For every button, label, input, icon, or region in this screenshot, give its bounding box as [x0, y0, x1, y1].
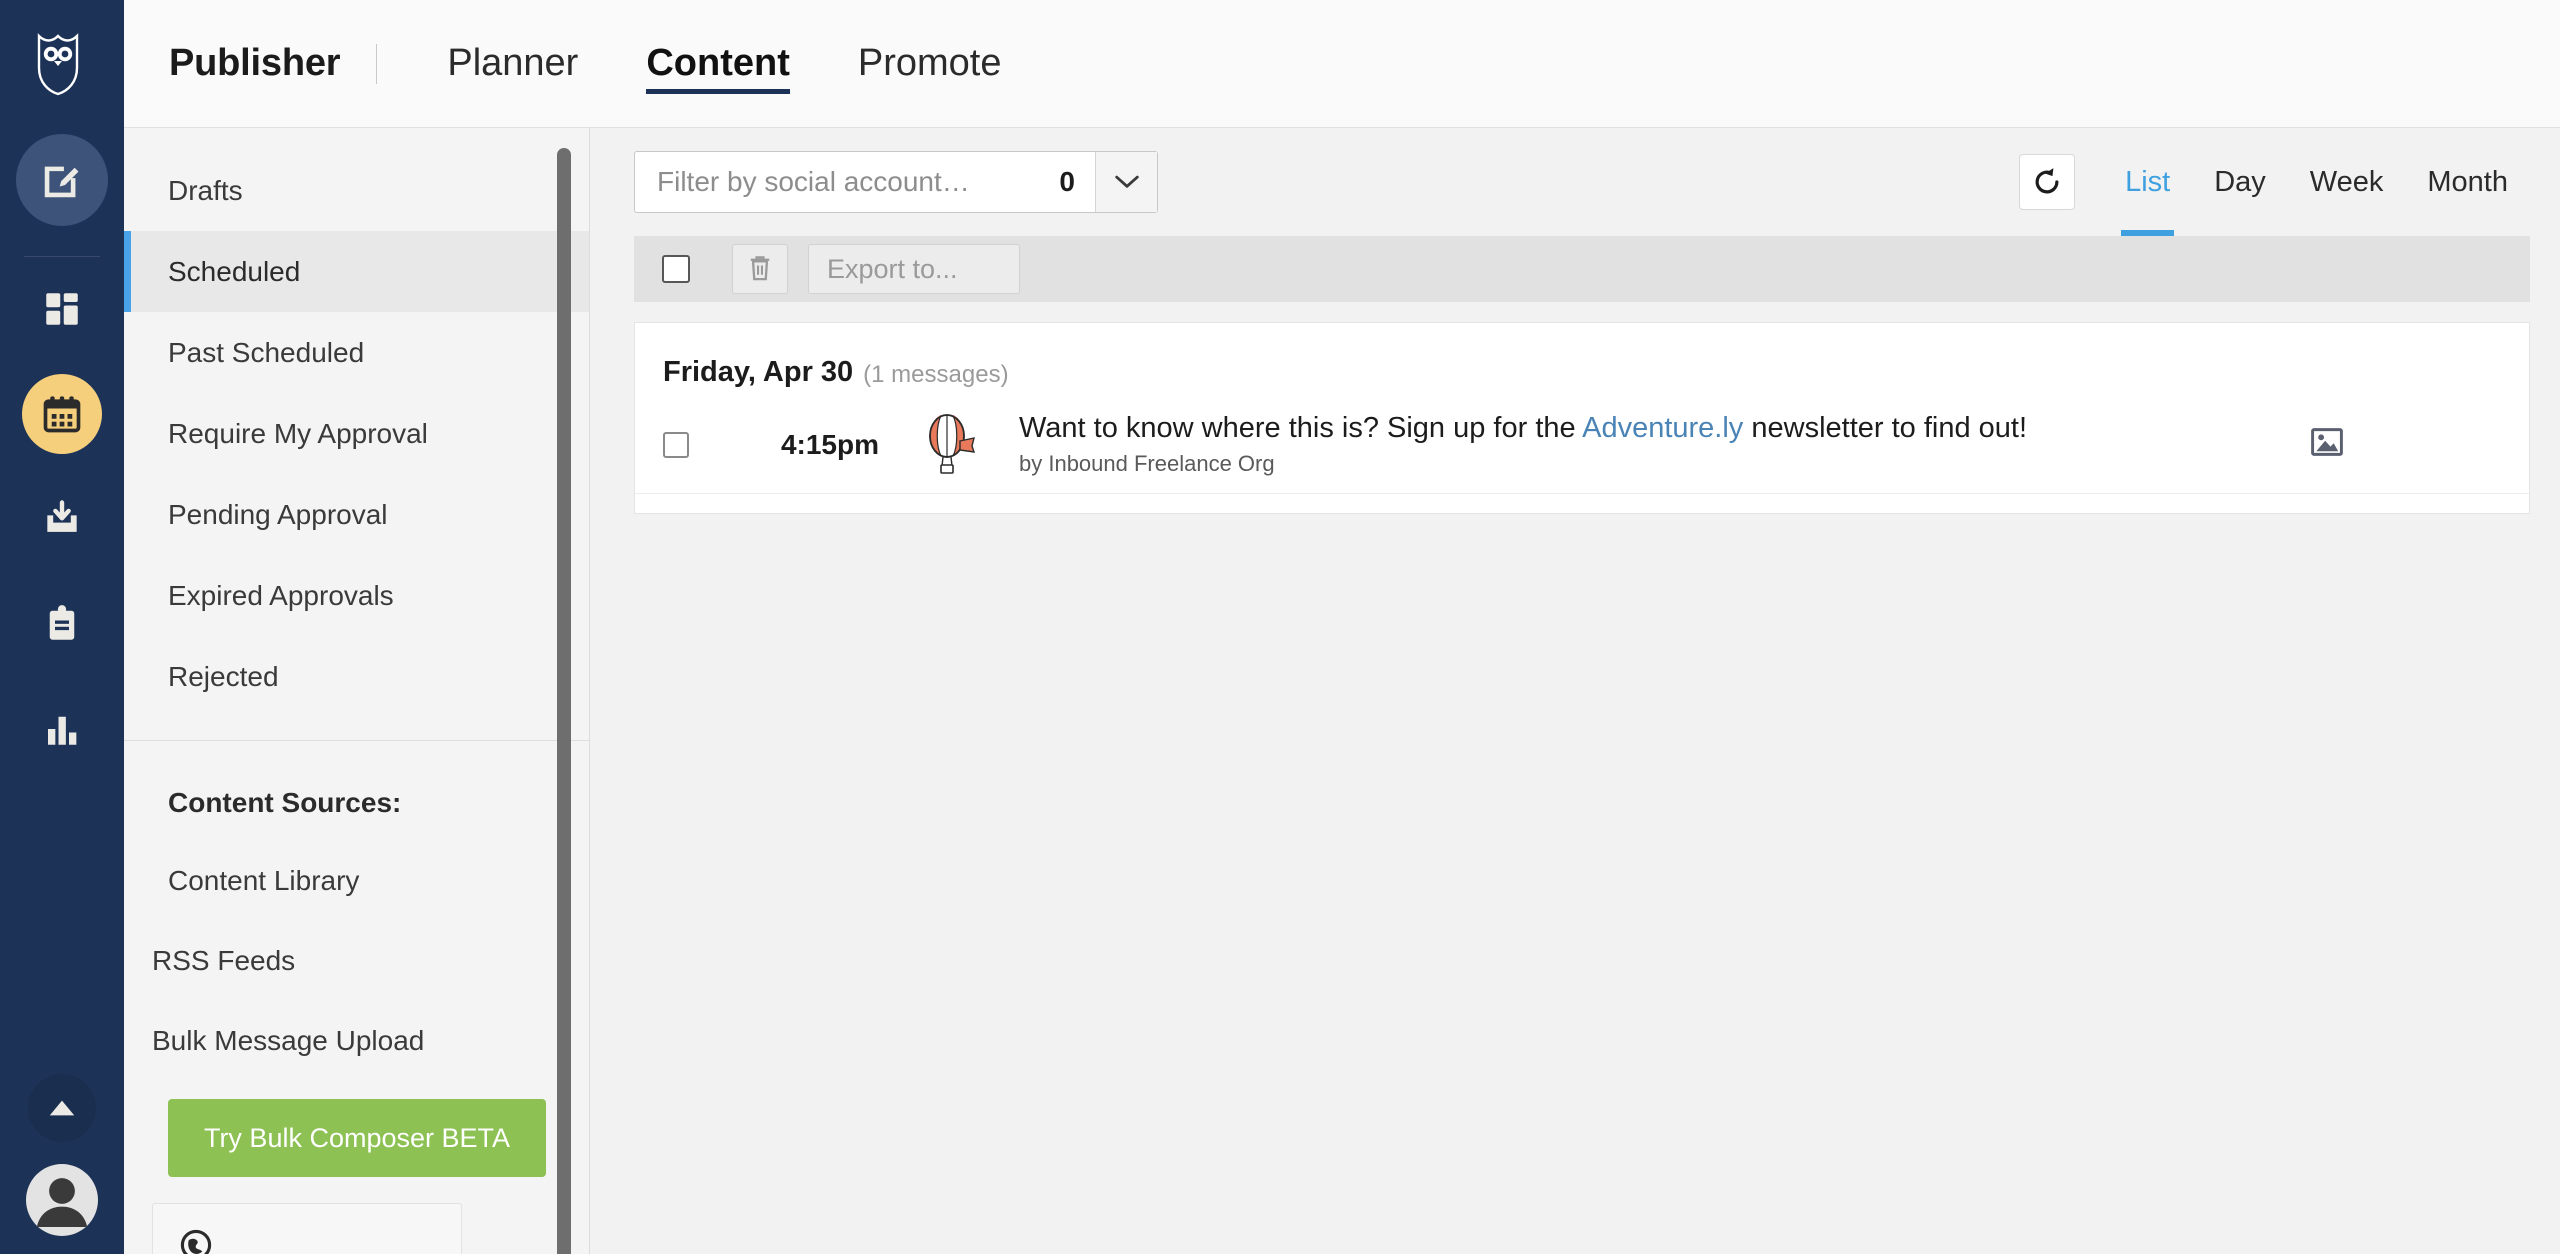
table-row[interactable]: 4:15pm Want to know where this is? Sign …	[635, 395, 2529, 493]
rail-item-streams[interactable]	[22, 269, 102, 349]
hot-air-balloon-avatar	[929, 413, 976, 474]
body-area: Drafts Scheduled Past Scheduled Require …	[124, 128, 2560, 1254]
message-text-after: newsletter to find out!	[1743, 412, 2028, 444]
sidebar-filter-list: Drafts Scheduled Past Scheduled Require …	[124, 128, 589, 717]
try-bulk-composer-button[interactable]: Try Bulk Composer BETA	[168, 1099, 546, 1177]
message-select-checkbox[interactable]	[663, 431, 689, 458]
avatar	[921, 413, 977, 476]
sidebar-item-pending-approval[interactable]: Pending Approval	[124, 474, 589, 555]
content-sources-heading: Content Sources:	[168, 787, 402, 818]
tab-planner[interactable]: Planner	[413, 0, 612, 128]
sidebar-item-expired-approvals[interactable]: Expired Approvals	[124, 555, 589, 636]
filter-dropdown-button[interactable]	[1095, 152, 1157, 212]
rail-bottom-group	[0, 1074, 124, 1236]
image-icon	[2311, 428, 2343, 456]
select-all-checkbox[interactable]	[662, 255, 690, 283]
view-tab-day[interactable]: Day	[2192, 128, 2288, 236]
message-link[interactable]: Adventure.ly	[1582, 412, 1743, 444]
view-tab-month[interactable]: Month	[2405, 128, 2530, 236]
sidebar-item-drafts[interactable]: Drafts	[124, 150, 589, 231]
left-rail	[0, 0, 124, 1254]
user-avatar-icon	[36, 1178, 88, 1227]
message-media-indicator[interactable]	[2311, 428, 2343, 461]
sidebar-item-rejected[interactable]: Rejected	[124, 636, 589, 717]
rail-item-analytics[interactable]	[22, 689, 102, 769]
rail-item-profile[interactable]	[26, 1164, 98, 1236]
brand-divider	[376, 43, 378, 84]
tab-content[interactable]: Content	[612, 0, 824, 128]
owl-icon	[37, 33, 79, 96]
rail-item-inbox[interactable]	[22, 479, 102, 559]
chevron-down-icon	[1114, 175, 1139, 188]
publisher-app: Publisher Planner Content Promote Drafts…	[0, 0, 2560, 1254]
promo-card[interactable]	[152, 1203, 462, 1254]
export-to-dropdown[interactable]: Export to...	[808, 244, 1020, 294]
rail-item-compose[interactable]	[16, 134, 108, 226]
rail-divider	[24, 256, 100, 257]
message-text: Want to know where this is? Sign up for …	[1019, 412, 2027, 445]
sidebar-scrollbar[interactable]	[557, 148, 571, 1254]
inbox-download-icon	[47, 500, 77, 532]
tab-promote[interactable]: Promote	[824, 0, 1036, 128]
grid-icon	[46, 293, 78, 325]
message-text-before: Want to know where this is? Sign up for …	[1019, 412, 1583, 444]
clipboard-icon	[49, 605, 75, 640]
main-toolbar: Filter by social account… 0 List Day Wee…	[590, 128, 2560, 236]
top-nav: Planner Content Promote	[413, 0, 1035, 128]
sidebar-item-past-scheduled[interactable]: Past Scheduled	[124, 312, 589, 393]
main-panel: Filter by social account… 0 List Day Wee…	[590, 128, 2560, 1254]
calendar-icon	[43, 396, 81, 433]
rail-item-assignments[interactable]	[22, 584, 102, 664]
compose-icon	[44, 166, 79, 198]
filter-placeholder: Filter by social account…	[657, 166, 970, 197]
rail-item-expand[interactable]	[28, 1074, 96, 1142]
view-switcher-group: List Day Week Month	[2019, 128, 2530, 236]
content-sidebar: Drafts Scheduled Past Scheduled Require …	[124, 128, 590, 1254]
sidebar-item-scheduled[interactable]: Scheduled	[124, 231, 589, 312]
message-list-card: Friday, Apr 30 (1 messages) 4:15pm Want …	[634, 322, 2530, 514]
globe-icon	[180, 1229, 212, 1254]
sidebar-item-bulk-message-upload[interactable]: Bulk Message Upload	[124, 1001, 589, 1081]
bar-chart-icon	[48, 716, 77, 745]
filter-count: 0	[1059, 166, 1075, 197]
refresh-button[interactable]	[2019, 154, 2076, 210]
day-group-header: Friday, Apr 30 (1 messages)	[635, 323, 2529, 395]
trash-icon	[750, 256, 770, 281]
day-group-count: (1 messages)	[863, 361, 1009, 388]
app-title: Publisher	[169, 42, 341, 84]
view-tab-week[interactable]: Week	[2288, 128, 2406, 236]
message-time: 4:15pm	[780, 428, 879, 460]
day-group-title: Friday, Apr 30	[663, 356, 854, 388]
social-account-filter[interactable]: Filter by social account… 0	[634, 151, 1158, 213]
top-bar: Publisher Planner Content Promote	[124, 0, 2560, 128]
message-author: by Inbound Freelance Org	[1019, 451, 1275, 476]
sidebar-item-content-library[interactable]: Content Library	[124, 841, 589, 921]
list-actions-toolbar: Export to...	[634, 236, 2530, 302]
refresh-icon	[2035, 168, 2059, 194]
right-area: Publisher Planner Content Promote Drafts…	[124, 0, 2560, 1254]
delete-button[interactable]	[732, 244, 788, 294]
list-card-footer	[635, 493, 2529, 513]
view-tab-list[interactable]: List	[2103, 128, 2192, 236]
rail-item-publisher[interactable]	[22, 374, 102, 454]
chevron-up-icon	[49, 1100, 75, 1116]
sidebar-item-require-my-approval[interactable]: Require My Approval	[124, 393, 589, 474]
owl-logo[interactable]	[0, 0, 124, 128]
sidebar-item-rss-feeds[interactable]: RSS Feeds	[124, 921, 589, 1001]
message-body: Want to know where this is? Sign up for …	[1019, 412, 2027, 477]
